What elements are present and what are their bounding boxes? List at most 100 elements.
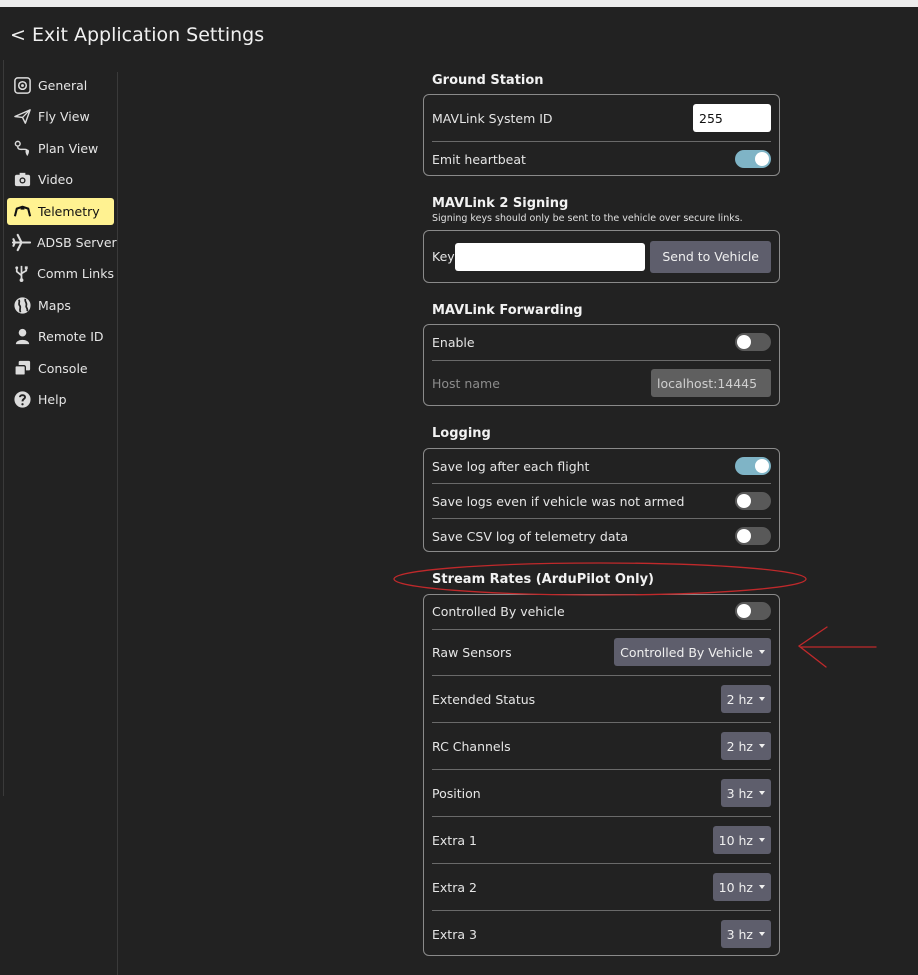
ground-station-box: MAVLink System ID Emit heartbeat [423, 94, 780, 176]
sidebar-divider [117, 72, 118, 975]
sidebar-item-label: Plan View [38, 140, 99, 156]
stream-rate-row-rc-channels: RC Channels 2 hz [432, 732, 771, 760]
caret-down-icon [759, 744, 765, 748]
row-separator [432, 910, 771, 911]
heartbeat-toggle[interactable] [735, 150, 771, 168]
stream-rate-row-extra-3: Extra 3 3 hz [432, 920, 771, 948]
usb-icon [12, 264, 31, 284]
save-csv-label: Save CSV log of telemetry data [432, 528, 629, 544]
save-after-flight-row: Save log after each flight [432, 454, 771, 478]
sidebar-item-adsb-server[interactable]: ADSB Server [7, 229, 117, 256]
forwarding-enable-label: Enable [432, 334, 475, 350]
dropdown-value: 10 hz [718, 879, 753, 895]
forwarding-box: Enable Host name [423, 324, 780, 406]
save-after-flight-toggle[interactable] [735, 457, 771, 475]
sidebar-item-remote-id[interactable]: Remote ID [7, 323, 114, 350]
stream-rate-label: Position [432, 785, 481, 801]
sidebar-item-label: Remote ID [38, 329, 104, 345]
host-name-label: Host name [432, 375, 500, 391]
ground-station-title: Ground Station [432, 73, 544, 88]
forwarding-enable-toggle[interactable] [735, 333, 771, 351]
airplane-icon [12, 232, 31, 252]
stream-rate-row-extra-2: Extra 2 10 hz [432, 873, 771, 901]
host-name-input[interactable] [651, 369, 771, 397]
controlled-by-vehicle-row: Controlled By vehicle [432, 599, 771, 623]
stream-rate-label: Extra 3 [432, 926, 477, 942]
stream-rate-dropdown-extra-1[interactable]: 10 hz [712, 826, 771, 854]
stream-rate-row-raw-sensors: Raw Sensors Controlled By Vehicle [432, 638, 771, 666]
send-to-vehicle-button[interactable]: Send to Vehicle [650, 240, 771, 273]
dropdown-value: 3 hz [726, 785, 753, 801]
save-not-armed-row: Save logs even if vehicle was not armed [432, 489, 771, 513]
sidebar-item-label: ADSB Server [37, 234, 117, 250]
save-not-armed-toggle[interactable] [735, 492, 771, 510]
sidebar-item-general[interactable]: General [7, 72, 114, 99]
telemetry-icon [12, 201, 32, 221]
dropdown-value: 2 hz [726, 738, 753, 754]
sidebar-item-plan-view[interactable]: Plan View [7, 135, 114, 162]
sidebar-item-console[interactable]: Console [7, 355, 114, 382]
sidebar-item-label: Help [38, 391, 67, 407]
camera-icon [12, 170, 32, 190]
heartbeat-row: Emit heartbeat [432, 147, 771, 171]
save-csv-toggle[interactable] [735, 527, 771, 545]
sidebar-item-label: General [38, 78, 88, 93]
sidebar-item-label: Telemetry [38, 203, 100, 219]
row-separator [432, 629, 771, 630]
caret-down-icon [759, 932, 765, 936]
row-separator [432, 518, 771, 519]
controlled-by-vehicle-toggle[interactable] [735, 602, 771, 620]
signing-key-row: Key Send to Vehicle [432, 240, 771, 273]
row-separator [432, 863, 771, 864]
caret-down-icon [759, 838, 765, 842]
save-csv-row: Save CSV log of telemetry data [432, 524, 771, 548]
sidebar-item-comm-links[interactable]: Comm Links [7, 260, 114, 287]
row-separator [432, 360, 771, 361]
row-separator [432, 483, 771, 484]
dropdown-value: Controlled By Vehicle [620, 644, 753, 660]
stream-rates-box: Controlled By vehicle Raw Sensors Control… [423, 594, 780, 956]
stream-rate-dropdown-rc-channels[interactable]: 2 hz [720, 732, 771, 760]
stream-rate-dropdown-extended-status[interactable]: 2 hz [720, 685, 771, 713]
sidebar-item-help[interactable]: Help [7, 386, 114, 413]
sidebar-item-label: Video [38, 172, 74, 188]
stream-rate-dropdown-extra-2[interactable]: 10 hz [712, 873, 771, 901]
row-separator [432, 816, 771, 817]
annotation-arrow [797, 626, 877, 668]
stream-rate-dropdown-extra-3[interactable]: 3 hz [720, 920, 771, 948]
host-name-row: Host name [432, 368, 771, 398]
signing-subtitle: Signing keys should only be sent to the … [432, 213, 743, 224]
key-label: Key [432, 249, 455, 264]
signing-key-input[interactable] [454, 242, 646, 271]
window-top-bar [0, 0, 918, 7]
system-id-input[interactable] [693, 104, 771, 132]
stream-rate-row-position: Position 3 hz [432, 779, 771, 807]
stream-rate-row-extra-1: Extra 1 10 hz [432, 826, 771, 854]
save-not-armed-label: Save logs even if vehicle was not armed [432, 493, 685, 509]
sidebar-item-maps[interactable]: Maps [7, 292, 114, 319]
forwarding-enable-row: Enable [432, 330, 771, 354]
sidebar-item-video[interactable]: Video [7, 166, 114, 193]
stream-rate-label: Extra 1 [432, 832, 477, 848]
stream-rate-row-extended-status: Extended Status 2 hz [432, 685, 771, 713]
stream-rate-label: Extended Status [432, 691, 536, 707]
sidebar-item-label: Console [38, 360, 88, 376]
row-separator [432, 722, 771, 723]
caret-down-icon [759, 885, 765, 889]
paper-plane-icon [12, 107, 32, 127]
sidebar-item-telemetry[interactable]: Telemetry [7, 197, 114, 225]
exit-settings-button[interactable]: < Exit Application Settings [10, 24, 264, 46]
sidebar-item-label: Fly View [38, 109, 90, 125]
caret-down-icon [759, 650, 765, 654]
stream-rate-dropdown-raw-sensors[interactable]: Controlled By Vehicle [614, 638, 771, 666]
dropdown-value: 3 hz [726, 926, 753, 942]
row-separator [432, 141, 771, 142]
system-id-row: MAVLink System ID [432, 103, 771, 133]
sidebar-item-fly-view[interactable]: Fly View [7, 103, 114, 130]
stream-rate-dropdown-position[interactable]: 3 hz [720, 779, 771, 807]
general-icon [12, 76, 32, 96]
globe-icon [12, 295, 32, 315]
caret-down-icon [759, 697, 765, 701]
save-after-flight-label: Save log after each flight [432, 458, 590, 474]
system-id-label: MAVLink System ID [432, 110, 553, 126]
